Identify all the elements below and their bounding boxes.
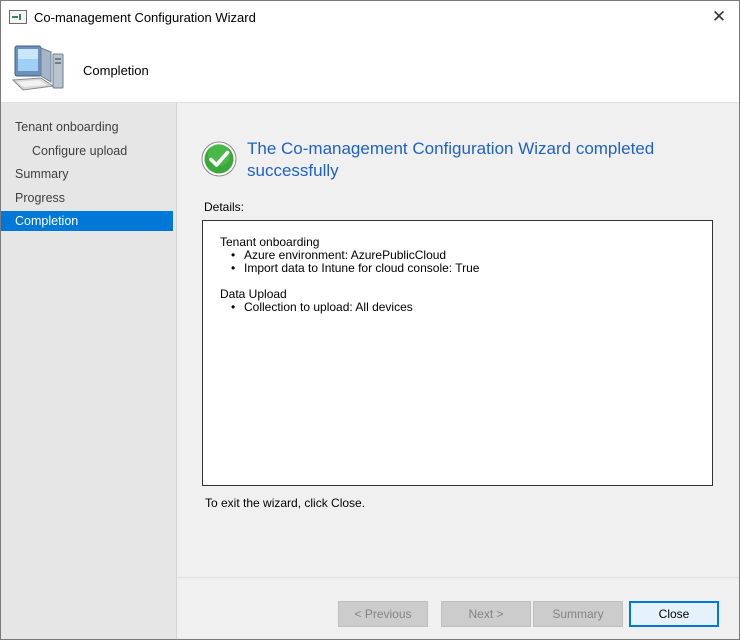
summary-button[interactable]: Summary [533,601,623,627]
main-panel: The Co-management Configuration Wizard c… [177,103,739,577]
page-title: Completion [83,63,149,78]
sidebar-item-progress[interactable]: Progress [1,188,173,208]
sidebar-item-configure-upload[interactable]: Configure upload [1,141,173,161]
success-heading: The Co-management Configuration Wizard c… [247,139,655,180]
computer-icon [11,45,64,91]
close-icon[interactable]: ✕ [705,3,733,31]
wizard-window: Co-management Configuration Wizard ✕ Com… [0,0,740,640]
wizard-footer: < Previous Next > Summary Close [177,577,739,639]
close-button[interactable]: Close [629,601,719,627]
window-title: Co-management Configuration Wizard [34,10,256,25]
title-bar: Co-management Configuration Wizard ✕ [1,1,739,34]
sidebar-item-summary[interactable]: Summary [1,164,173,184]
details-label: Details: [204,200,245,214]
sidebar-item-tenant-onboarding[interactable]: Tenant onboarding [1,117,173,137]
wizard-app-icon [9,10,27,24]
details-list-item: Collection to upload: All devices [220,301,712,315]
details-list-item: Import data to Intune for cloud console:… [220,262,712,276]
wizard-sidebar: Tenant onboarding Configure upload Summa… [1,103,177,639]
exit-hint: To exit the wizard, click Close. [205,496,366,510]
sidebar-item-completion[interactable]: Completion [1,211,173,231]
wizard-header: Completion [1,34,739,103]
previous-button[interactable]: < Previous [338,601,428,627]
checkmark-circle-icon [201,141,237,177]
next-button[interactable]: Next > [441,601,531,627]
details-box: Tenant onboarding Azure environment: Azu… [202,220,713,486]
